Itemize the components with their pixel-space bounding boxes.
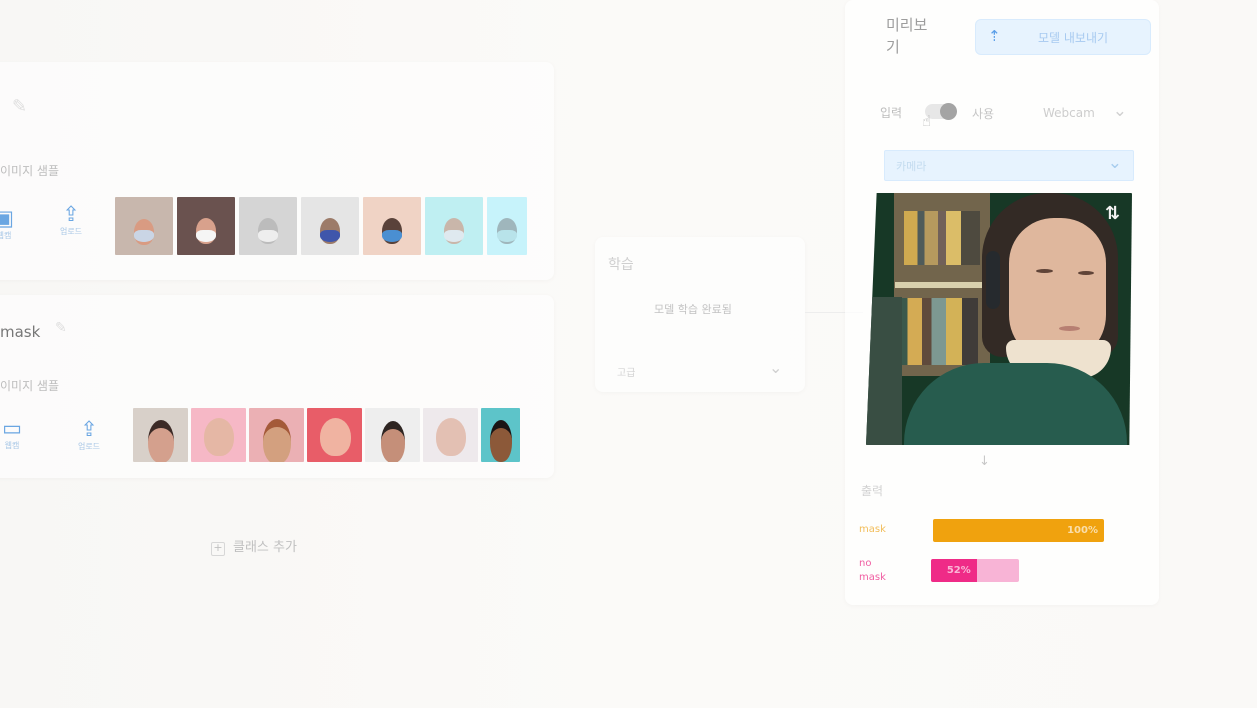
chevron-down-icon[interactable]: ⌄ [769, 358, 782, 377]
result-label-mask: mask [859, 524, 886, 535]
sample-face [319, 418, 351, 456]
mask-class-samples [133, 408, 520, 462]
webcam-icon: ▣ [0, 206, 14, 230]
face-mask [382, 230, 402, 242]
chevron-down-icon: ⌄ [1107, 153, 1122, 173]
source-dropdown[interactable]: Webcam ⌄ [1043, 101, 1127, 126]
toggle-knob [940, 103, 957, 120]
input-state: 사용 [972, 107, 995, 121]
arrow-down-icon: ↓ [979, 454, 990, 469]
webcam-tool-label: 웹캠 [4, 441, 20, 450]
sample-face [489, 420, 512, 462]
result-bar-no-mask: 52% [931, 559, 1019, 582]
class-name-mask: mask [0, 323, 41, 341]
face-mask [497, 230, 517, 242]
face-mask [134, 230, 154, 242]
sample-image[interactable] [307, 408, 362, 462]
sample-face [380, 421, 405, 462]
add-box-icon: + [211, 542, 225, 556]
upload-cloud-icon: ⇡ [988, 27, 1001, 45]
export-model-button[interactable]: ⇡ 모델 내보내기 [975, 19, 1151, 55]
mask-webcam-tool[interactable]: ▭ 웹캠 [0, 417, 36, 451]
result-label-no-mask: no mask [859, 558, 886, 583]
sample-image[interactable] [191, 408, 246, 462]
source-option: Webcam [1043, 106, 1095, 120]
export-model-label: 모델 내보내기 [1038, 31, 1109, 45]
mask-samples-label: 이미지 샘플 [0, 379, 60, 393]
edit-class-name-icon[interactable]: ✎ [12, 96, 27, 117]
hand-cursor-icon: ☝ [922, 112, 932, 130]
advanced-label: 고급 [617, 368, 636, 379]
upload-icon: ⇪ [62, 202, 80, 226]
result-fill-no-mask: 52% [931, 559, 977, 582]
upload-tool-label: 업로드 [77, 442, 101, 451]
person-mouth [1059, 326, 1080, 331]
sample-image[interactable] [363, 197, 421, 255]
teachable-machine-screen: ✎ 이미지 샘플 ▣ 웹캠 ⇪ 업로드 mask ✎ 이미지 샘플 ▭ 웹캠 ⇪… [0, 0, 1257, 708]
output-label: 출력 [861, 484, 884, 498]
camera-flip-icon[interactable]: ⇅ [1105, 203, 1120, 224]
preview-title: 미리보기 [886, 16, 928, 56]
training-title: 학습 [608, 257, 634, 273]
sample-face [262, 419, 291, 462]
person-headphones [986, 251, 1000, 309]
camera-select[interactable]: 카메라 ⌄ [884, 150, 1134, 181]
sample-face [435, 418, 466, 456]
upload-icon: ⇪ [80, 417, 98, 441]
result-fill-mask: 100% [933, 519, 1104, 542]
sample-image[interactable] [133, 408, 188, 462]
webcam-icon: ▭ [2, 416, 22, 440]
top-samples-label: 이미지 샘플 [0, 164, 60, 178]
sample-face [147, 420, 174, 462]
left-rack [866, 297, 902, 445]
train-model-button[interactable]: 모델 학습 완료됨 [654, 301, 732, 317]
camera-select-value: 카메라 [896, 160, 927, 173]
face-mask [444, 230, 464, 242]
bookshelf-upper-books [904, 211, 980, 265]
sample-image[interactable] [481, 408, 520, 462]
upload-tool-label: 업로드 [59, 227, 83, 236]
result-bar-mask: 100% [933, 519, 1104, 542]
sample-image[interactable] [423, 408, 478, 462]
top-upload-tool[interactable]: ⇪ 업로드 [47, 203, 95, 237]
chevron-down-icon: ⌄ [1112, 101, 1127, 121]
webcam-tool-label: 웹캠 [0, 231, 12, 240]
person-right-eye [1078, 271, 1094, 275]
result-value-no-mask: 52% [946, 565, 971, 576]
person-left-eye [1036, 269, 1053, 273]
add-class-button[interactable]: + 클래스 추가 [211, 536, 297, 556]
sample-image[interactable] [249, 408, 304, 462]
bookshelf-top-board [895, 282, 989, 288]
top-webcam-tool[interactable]: ▣ 웹캠 [0, 207, 28, 241]
face-mask [196, 230, 216, 242]
sample-image[interactable] [425, 197, 483, 255]
face-mask [258, 230, 278, 242]
face-mask [320, 230, 340, 242]
sample-image[interactable] [239, 197, 297, 255]
edit-mask-class-icon[interactable]: ✎ [55, 320, 67, 336]
bookshelf-middle-books [898, 298, 978, 365]
sample-image[interactable] [177, 197, 235, 255]
top-class-samples [115, 197, 527, 255]
sample-face [203, 418, 234, 456]
sample-image[interactable] [487, 197, 527, 255]
input-label: 입력 [880, 106, 903, 120]
webcam-preview: ⇅ [866, 193, 1132, 445]
add-class-label: 클래스 추가 [233, 540, 297, 555]
sample-image[interactable] [301, 197, 359, 255]
mask-upload-tool[interactable]: ⇪ 업로드 [65, 418, 113, 452]
result-value-mask: 100% [1067, 525, 1098, 536]
training-panel: 학습 모델 학습 완료됨 고급 ⌄ [595, 237, 805, 392]
sample-image[interactable] [365, 408, 420, 462]
sample-image[interactable] [115, 197, 173, 255]
